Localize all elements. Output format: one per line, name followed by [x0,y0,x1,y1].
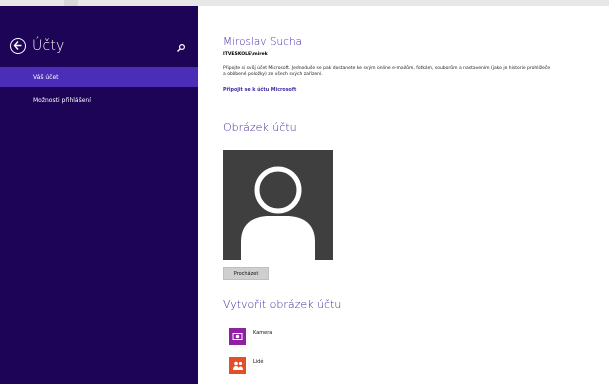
search-icon[interactable] [176,38,186,52]
camera-label: Kamera [253,330,273,336]
sidebar-header: Účty [10,38,65,54]
account-name: Miroslav Sucha [223,36,303,48]
account-username: ITVESKOLE\mirek [223,52,268,57]
sidebar-item-label: Možnosti přihlášení [33,96,91,104]
back-arrow-icon[interactable] [10,38,26,54]
browse-button[interactable]: Procházet [223,267,269,280]
people-option[interactable]: Lidé [229,357,263,374]
sidebar-item-your-account[interactable]: Váš účet [0,67,198,87]
sidebar-item-sign-in-options[interactable]: Možnosti přihlášení [0,90,198,110]
account-picture-heading: Obrázek účtu [223,121,297,134]
create-picture-heading: Vytvořit obrázek účtu [223,298,342,311]
account-description: Připojte si svůj účet Microsoft. Jednodu… [223,66,551,77]
sidebar: Účty Váš účet Možnosti přihlášení [0,6,198,384]
user-silhouette-icon [241,166,315,260]
page-title: Účty [32,38,65,54]
main-content: Miroslav Sucha ITVESKOLE\mirek Připojte … [198,6,609,384]
camera-icon [229,328,246,345]
account-picture [223,150,333,260]
people-icon [229,357,246,374]
sidebar-item-label: Váš účet [33,73,59,81]
camera-option[interactable]: Kamera [229,328,272,345]
connect-microsoft-account-link[interactable]: Připojit se k účtu Microsoft [223,88,296,93]
people-label: Lidé [253,359,264,365]
